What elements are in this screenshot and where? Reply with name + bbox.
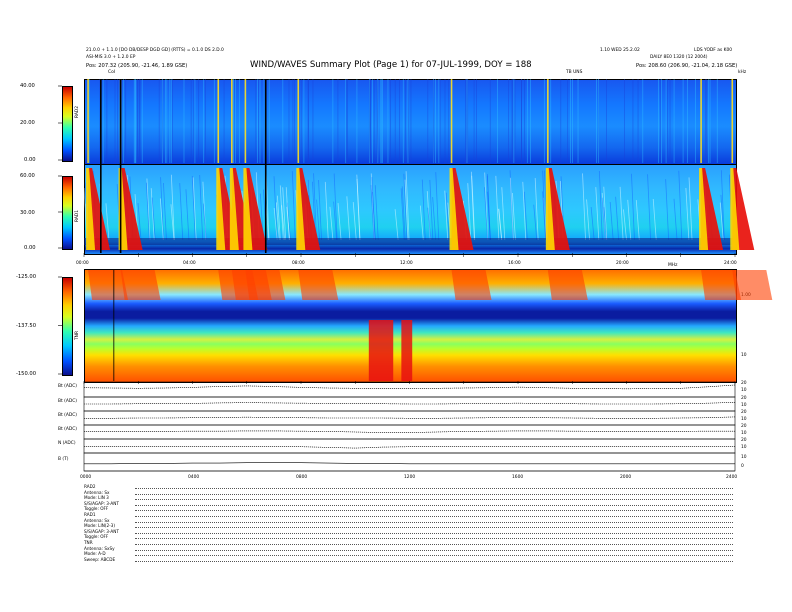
tnr-burst bbox=[120, 270, 161, 300]
rad1-streak bbox=[291, 171, 296, 241]
tnr-red-block bbox=[401, 320, 413, 381]
info-row-dotted-line bbox=[135, 555, 733, 557]
rad1-streak bbox=[582, 173, 586, 241]
rad1-streak bbox=[498, 208, 503, 241]
rad1-streak bbox=[432, 197, 437, 241]
tnr-burst bbox=[298, 270, 339, 300]
info-row-label: Toggle: OFF bbox=[84, 534, 109, 540]
info-row-dotted-line bbox=[135, 521, 733, 523]
info-row-dotted-line bbox=[135, 538, 733, 540]
rad1-streak bbox=[501, 187, 506, 241]
line-panel-frame bbox=[83, 381, 736, 398]
info-row-dotted-line bbox=[135, 499, 733, 501]
info-row-dotted-line bbox=[135, 560, 733, 562]
rad1-streak bbox=[586, 199, 590, 241]
rad1-streak bbox=[356, 174, 361, 241]
rad1-streak bbox=[615, 196, 620, 241]
tnr-red-block bbox=[368, 320, 394, 381]
rad1-streak bbox=[324, 181, 329, 241]
info-row-label: Mode: A-D bbox=[84, 551, 106, 557]
rad1-streak bbox=[533, 204, 538, 241]
line-panel-series bbox=[84, 430, 735, 433]
rad1-streak bbox=[678, 170, 683, 241]
info-row-dotted-line bbox=[135, 488, 733, 489]
rad1-streak bbox=[609, 202, 614, 241]
rad1-streak bbox=[435, 172, 440, 241]
tnr-burst bbox=[547, 270, 588, 300]
rad1-streak bbox=[470, 171, 475, 241]
rad1-streak bbox=[647, 174, 651, 241]
rad1-streak bbox=[179, 183, 184, 241]
info-row-label: RAD2 bbox=[84, 484, 96, 489]
info-row-label: Antenna: Sx bbox=[84, 517, 110, 523]
info-row-label: Mode: LIN(2-3) bbox=[84, 523, 115, 529]
info-row-label: S/S/AGAP: 3-ANT bbox=[84, 500, 119, 506]
line-panel-series bbox=[84, 462, 735, 465]
info-row-dotted-line bbox=[135, 516, 733, 517]
line-panel-frame bbox=[83, 438, 736, 454]
rad1-streak bbox=[486, 175, 491, 241]
rad1-streak bbox=[627, 199, 632, 241]
rad1-streak bbox=[337, 203, 342, 241]
info-row-label: RAD1 bbox=[84, 512, 96, 517]
rad1-streak bbox=[285, 187, 290, 241]
info-row-label: Mode: LIN 3 bbox=[84, 495, 109, 501]
rad1-streak bbox=[316, 199, 321, 241]
rad1-streak bbox=[673, 198, 678, 241]
rad1-streak bbox=[329, 206, 334, 241]
line-panel-frame bbox=[83, 410, 736, 426]
rad1-streak bbox=[652, 198, 657, 241]
rad1-streak bbox=[595, 187, 600, 241]
rad1-streak bbox=[352, 202, 357, 241]
rad1-streak bbox=[619, 186, 624, 241]
info-row-dotted-line bbox=[135, 544, 733, 545]
tnr-burst bbox=[732, 270, 773, 300]
rad1-streak bbox=[509, 177, 514, 241]
line-panel-frame bbox=[83, 396, 736, 412]
rad1-streak bbox=[346, 196, 351, 241]
info-row-dotted-line bbox=[135, 527, 733, 529]
rad1-streak bbox=[374, 185, 379, 241]
info-row-label: Antenna: SxSy bbox=[84, 545, 115, 551]
rad1-streak bbox=[163, 183, 167, 241]
rad1-streak bbox=[631, 173, 635, 241]
tnr-burst bbox=[451, 270, 492, 300]
line-panel-series bbox=[84, 446, 735, 449]
rad1-streak bbox=[623, 209, 627, 241]
info-row-dotted-line bbox=[135, 510, 733, 512]
rad1-low-band bbox=[84, 238, 735, 245]
line-panel-series bbox=[84, 416, 736, 419]
info-row-dotted-line bbox=[135, 532, 733, 534]
info-row-label: Toggle: OFF bbox=[84, 506, 109, 512]
rad1-streak bbox=[202, 203, 207, 241]
rad1-streak bbox=[394, 209, 399, 241]
rad1-streak bbox=[685, 187, 690, 241]
info-row-label: Antenna: Sx bbox=[84, 489, 110, 495]
rad1-streak bbox=[185, 189, 190, 241]
info-row-label: TNR bbox=[84, 540, 93, 545]
rad1-streak bbox=[495, 175, 500, 241]
rad1-streak bbox=[688, 177, 693, 241]
info-row-label: S/S/AGAP: 3-ANT bbox=[84, 528, 119, 534]
info-row-label: Sweep: ABCDE bbox=[84, 556, 116, 562]
rad1-streak bbox=[635, 200, 640, 241]
line-panel-frame bbox=[83, 424, 736, 440]
line-panel-frame bbox=[83, 452, 736, 472]
tnr-burst bbox=[245, 270, 286, 300]
info-row-dotted-line bbox=[135, 549, 733, 551]
line-panel-series bbox=[83, 384, 736, 390]
rad1-streak bbox=[427, 207, 432, 241]
line-panel-series bbox=[84, 402, 736, 405]
rad1-streak bbox=[598, 170, 603, 241]
rad1-streak bbox=[419, 205, 424, 241]
rad1-streak bbox=[199, 174, 204, 241]
info-row-dotted-line bbox=[135, 493, 733, 495]
info-row-dotted-line bbox=[135, 504, 733, 506]
plot-overlay bbox=[58, 79, 773, 472]
rad1-streak bbox=[665, 179, 670, 241]
rad1-streak bbox=[590, 206, 595, 241]
